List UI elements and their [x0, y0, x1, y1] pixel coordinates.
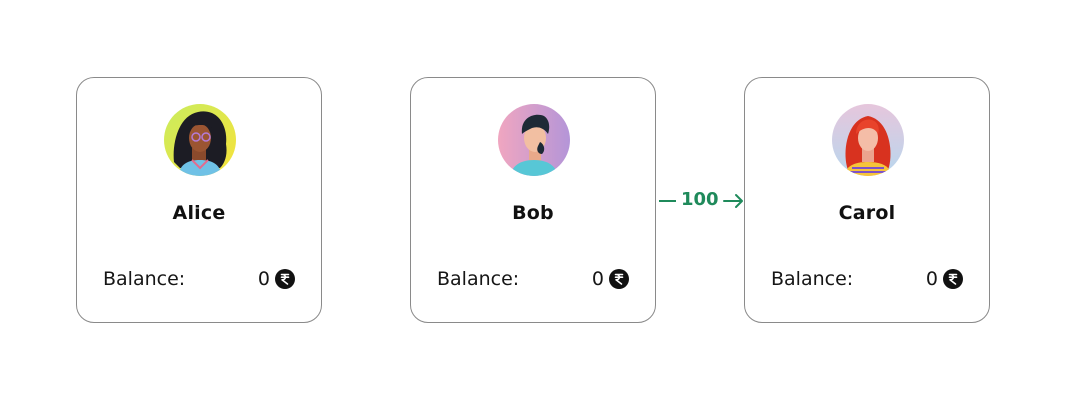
balance-amount: 0 [591, 268, 604, 290]
man-beard-avatar-icon [498, 104, 570, 176]
balance-value: 0 [258, 268, 295, 290]
rupee-coin-icon [609, 269, 629, 289]
arrow-right-icon [723, 194, 743, 208]
rupee-coin-icon [275, 269, 295, 289]
balance-amount: 0 [257, 268, 270, 290]
rupee-coin-icon [943, 269, 963, 289]
account-card-bob: Bob Balance: 0 [410, 77, 656, 323]
balance-value: 0 [592, 268, 629, 290]
balance-label: Balance: [771, 268, 854, 290]
transfer-amount: 100 [681, 189, 719, 210]
arrow-line [659, 200, 676, 202]
account-name: Alice [172, 202, 226, 224]
balance-label: Balance: [437, 268, 520, 290]
balance-value: 0 [926, 268, 963, 290]
account-card-alice: Alice Balance: 0 [76, 77, 322, 323]
balance-label: Balance: [103, 268, 186, 290]
balance-amount: 0 [925, 268, 938, 290]
woman-red-hair-avatar-icon [832, 104, 904, 176]
transfer-arrow: 100 [657, 188, 745, 212]
account-card-carol: Carol Balance: 0 [744, 77, 990, 323]
account-name: Bob [512, 202, 554, 224]
woman-curly-hair-avatar-icon [164, 104, 236, 176]
account-name: Carol [838, 202, 896, 224]
